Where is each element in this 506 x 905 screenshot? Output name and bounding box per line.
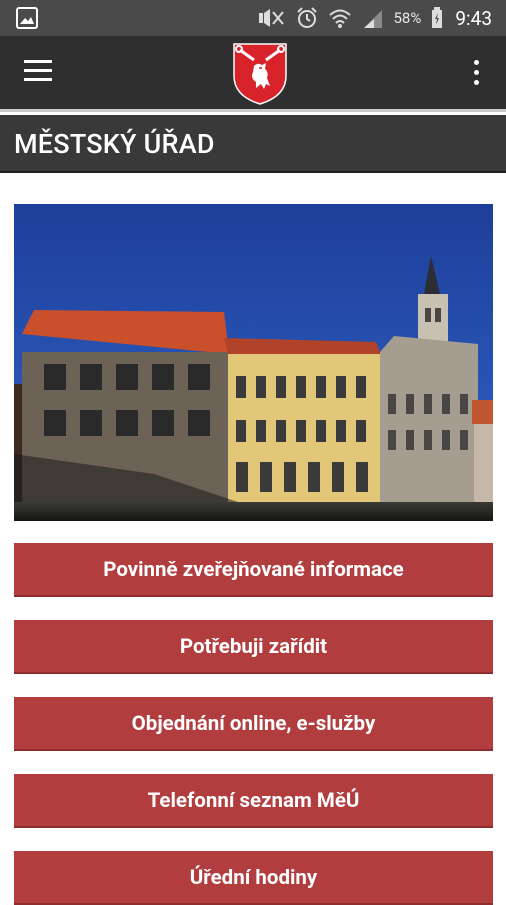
menu-button-office-hours[interactable]: Úřední hodiny (14, 851, 493, 905)
wifi-icon (328, 9, 351, 28)
town-hall-photo (14, 204, 493, 521)
menu-button-mandatory-info[interactable]: Povinně zveřejňované informace (14, 543, 493, 597)
menu-icon[interactable] (24, 60, 54, 86)
battery-icon (432, 7, 443, 28)
image-icon (16, 7, 38, 29)
alarm-icon (296, 7, 317, 28)
page-title: MĚSTSKÝ ÚŘAD (14, 128, 215, 160)
menu-button-need-to-arrange[interactable]: Potřebuji zařídit (14, 620, 493, 674)
city-crest-logo (233, 43, 287, 105)
battery-percent: 58% (393, 9, 422, 27)
clock: 9:43 (455, 6, 492, 30)
menu-button-phone-directory[interactable]: Telefonní seznam MěÚ (14, 774, 493, 828)
mute-icon (258, 9, 284, 27)
app-bar (0, 36, 506, 112)
title-bar: MĚSTSKÝ ÚŘAD (0, 115, 506, 173)
more-vert-icon[interactable] (470, 60, 482, 88)
menu-button-online-booking[interactable]: Objednání online, e-služby (14, 697, 493, 751)
status-icons: 58% 9:43 (258, 0, 492, 36)
signal-icon (363, 10, 382, 28)
status-bar: 58% 9:43 (0, 0, 506, 36)
